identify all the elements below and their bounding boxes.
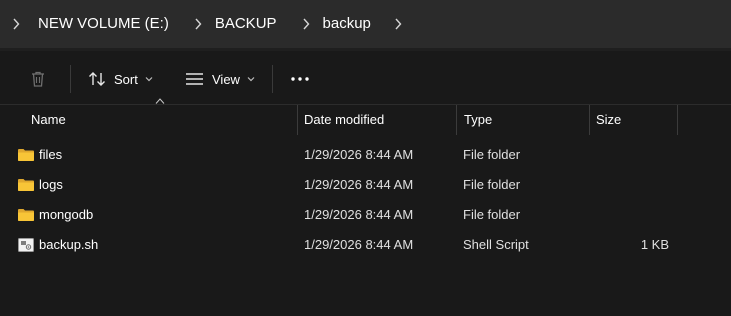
breadcrumb-item-volume[interactable]: NEW VOLUME (E:) xyxy=(36,0,171,48)
column-header-type[interactable]: Type xyxy=(464,105,492,135)
column-divider[interactable] xyxy=(297,105,298,135)
chevron-right-icon[interactable] xyxy=(383,0,413,48)
view-list-icon xyxy=(186,73,203,85)
file-name: files xyxy=(39,147,63,162)
view-label: View xyxy=(212,71,240,87)
file-explorer-window: NEW VOLUME (E:) BACKUP backup Sort View … xyxy=(0,0,731,316)
sort-icon xyxy=(89,72,105,86)
chevron-right-icon[interactable] xyxy=(183,0,213,48)
trash-icon xyxy=(32,71,44,87)
delete-button[interactable] xyxy=(30,64,46,94)
file-date-modified: 1/29/2026 8:44 AM xyxy=(304,147,414,162)
file-row[interactable]: backup.sh 1/29/2026 8:44 AM Shell Script… xyxy=(0,230,731,260)
chevron-down-icon xyxy=(145,76,153,82)
chevron-down-icon xyxy=(247,76,255,82)
address-bar: NEW VOLUME (E:) BACKUP backup xyxy=(0,0,731,51)
column-divider[interactable] xyxy=(589,105,590,135)
file-type: File folder xyxy=(463,147,521,162)
breadcrumb-item-backup[interactable]: backup xyxy=(321,0,373,48)
column-header-name[interactable]: Name xyxy=(31,105,66,135)
file-name: mongodb xyxy=(39,207,94,222)
breadcrumb-item-backup-upper[interactable]: BACKUP xyxy=(213,0,279,48)
more-options-button[interactable] xyxy=(290,64,310,94)
folder-icon xyxy=(18,179,34,191)
column-header-date-modified[interactable]: Date modified xyxy=(304,105,384,135)
file-list: files 1/29/2026 8:44 AM File folder logs… xyxy=(0,140,731,260)
file-row[interactable]: files 1/29/2026 8:44 AM File folder xyxy=(0,140,731,170)
file-date-modified: 1/29/2026 8:44 AM xyxy=(304,207,414,222)
file-date-modified: 1/29/2026 8:44 AM xyxy=(304,237,414,252)
file-type: Shell Script xyxy=(463,237,529,252)
chevron-right-icon[interactable] xyxy=(291,0,321,48)
breadcrumb: NEW VOLUME (E:) BACKUP backup xyxy=(0,0,731,48)
script-file-icon xyxy=(18,238,34,252)
file-type: File folder xyxy=(463,177,521,192)
column-divider[interactable] xyxy=(677,105,678,135)
chevron-right-icon[interactable] xyxy=(0,0,32,48)
column-header-size[interactable]: Size xyxy=(596,105,621,135)
file-row[interactable]: mongodb 1/29/2026 8:44 AM File folder xyxy=(0,200,731,230)
folder-icon xyxy=(18,209,34,221)
command-bar: Sort View xyxy=(0,52,731,105)
folder-icon xyxy=(18,149,34,161)
file-size: 1 KB xyxy=(640,237,669,252)
sort-label: Sort xyxy=(114,71,138,87)
file-row[interactable]: logs 1/29/2026 8:44 AM File folder xyxy=(0,170,731,200)
sort-ascending-icon xyxy=(155,98,165,104)
sort-button[interactable]: Sort xyxy=(88,64,153,94)
file-date-modified: 1/29/2026 8:44 AM xyxy=(304,177,414,192)
toolbar-divider xyxy=(272,65,273,93)
toolbar-divider xyxy=(70,65,71,93)
column-headers: Name Date modified Type Size xyxy=(0,105,731,135)
view-button[interactable]: View xyxy=(185,64,255,94)
column-divider[interactable] xyxy=(456,105,457,135)
file-name: backup.sh xyxy=(39,237,99,252)
file-name: logs xyxy=(39,177,63,192)
file-type: File folder xyxy=(463,207,521,222)
ellipsis-icon xyxy=(291,77,309,81)
